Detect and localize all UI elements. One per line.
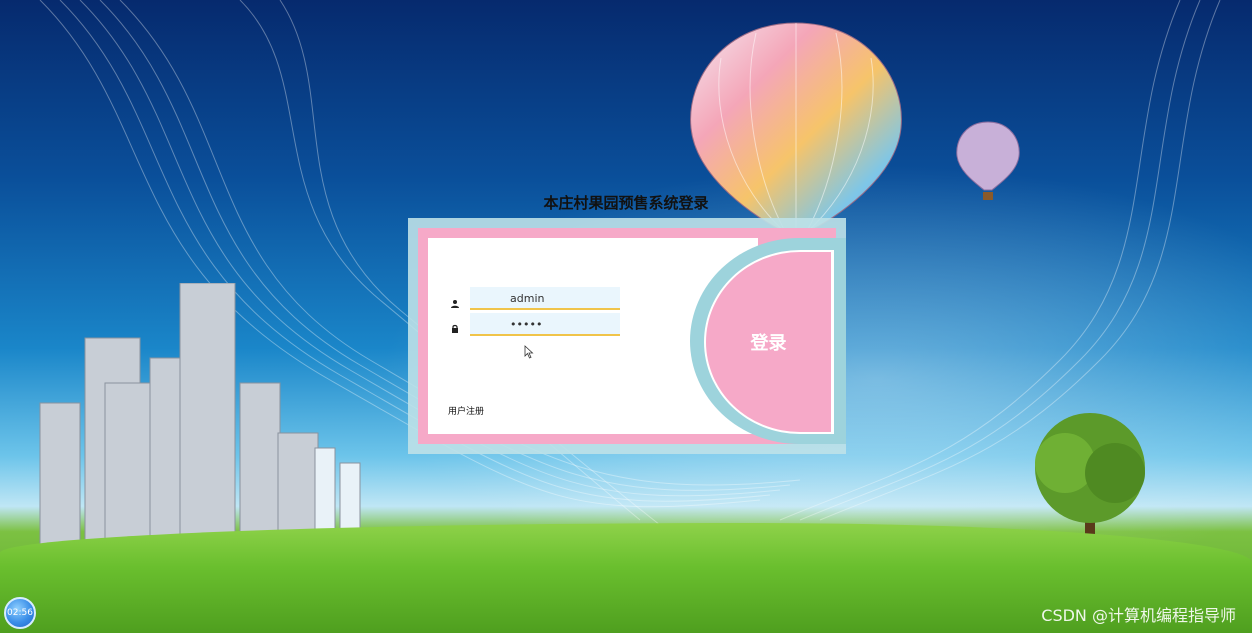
user-icon bbox=[451, 300, 459, 308]
login-panel-pink-frame: admin ••••• 用户注册 登录 bbox=[418, 228, 846, 444]
page-title: 本庄村果园预售系统登录 bbox=[543, 194, 709, 212]
password-field[interactable]: ••••• bbox=[470, 313, 620, 336]
password-value: ••••• bbox=[510, 318, 543, 331]
username-field[interactable]: admin bbox=[470, 287, 620, 310]
username-value: admin bbox=[510, 292, 545, 305]
mouse-cursor-icon bbox=[524, 345, 534, 359]
city-buildings-decoration bbox=[39, 283, 361, 553]
watermark-text: CSDN @计算机编程指导师 bbox=[1041, 606, 1236, 625]
register-link[interactable]: 用户注册 bbox=[448, 404, 484, 417]
clock-badge: 02:56 bbox=[4, 597, 36, 629]
login-panel: admin ••••• 用户注册 登录 bbox=[408, 218, 846, 454]
lock-icon bbox=[452, 324, 458, 333]
